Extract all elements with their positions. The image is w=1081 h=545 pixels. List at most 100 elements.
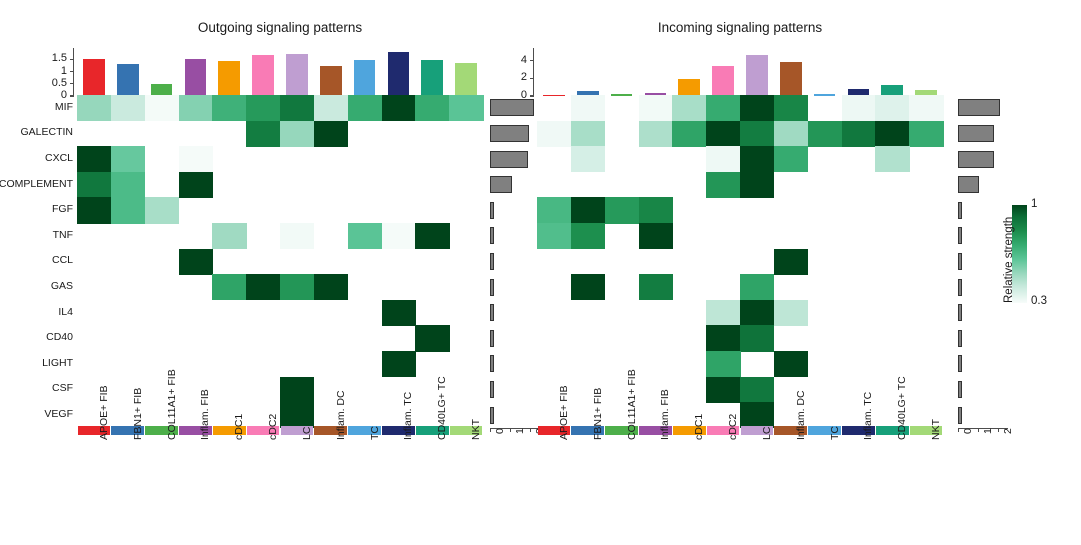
outgoing-col-label-inflam-fib: Inflam. FIB <box>199 389 212 440</box>
incoming-topbar-tick <box>529 95 534 97</box>
outgoing-topbar-tick-label: 0.5 <box>51 76 67 89</box>
incoming-rightbar-tick-label: 2 <box>1002 427 1014 434</box>
outgoing-cell <box>110 171 146 198</box>
incoming-cell <box>740 95 775 122</box>
outgoing-col-label-col11a1-fib: COL11A1+ FIB <box>165 369 178 440</box>
outgoing-cell <box>110 146 146 173</box>
outgoing-topbar-tick-label: 1.5 <box>51 52 67 65</box>
incoming-cell <box>841 95 876 122</box>
incoming-rightbar <box>958 329 962 347</box>
incoming-cell <box>638 120 673 147</box>
incoming-col-label-inflam-tc: Inflam. TC <box>862 391 875 440</box>
outgoing-cell <box>449 95 484 122</box>
incoming-cell <box>740 402 775 429</box>
incoming-topbar-tick-label: 4 <box>520 53 527 66</box>
outgoing-rightbar <box>490 150 529 168</box>
outgoing-col-label-tc: TC <box>368 426 381 440</box>
incoming-cell <box>807 120 843 147</box>
incoming-topbar-axis <box>533 48 535 96</box>
outgoing-topbar-cd40lg-tc <box>421 59 444 96</box>
incoming-rightbar <box>958 176 979 194</box>
legend-max-label: 1 <box>1031 198 1038 210</box>
incoming-rightbar <box>958 380 962 398</box>
incoming-cell <box>875 120 910 147</box>
outgoing-rightbar <box>490 304 494 322</box>
outgoing-rightbar <box>490 329 494 347</box>
incoming-cell <box>706 299 741 326</box>
incoming-cell <box>740 120 775 147</box>
incoming-cell <box>672 120 707 147</box>
outgoing-cell <box>381 351 416 378</box>
outgoing-col-label-cdc2: cDC2 <box>267 413 280 440</box>
row-label-gas: GAS <box>50 280 73 292</box>
incoming-col-label-tc: TC <box>828 426 841 440</box>
incoming-col-label-lc: LC <box>760 426 773 440</box>
incoming-topbar-cdc2 <box>712 66 734 96</box>
incoming-cell <box>875 95 910 122</box>
row-label-cd40: CD40 <box>46 331 73 344</box>
incoming-rightbar-tick <box>978 427 980 432</box>
outgoing-cell <box>280 376 315 403</box>
incoming-cell <box>570 223 606 250</box>
outgoing-cell <box>144 197 180 224</box>
incoming-cell <box>537 223 572 250</box>
outgoing-topbar-tick <box>69 70 74 73</box>
figure-root: Outgoing signaling patterns 0 0.5 1 1.5 MIF GA… <box>0 0 1081 545</box>
outgoing-col-label-lc: LC <box>300 426 313 440</box>
incoming-rightbar <box>958 355 962 373</box>
outgoing-cell <box>110 197 146 224</box>
incoming-topbar-tick <box>529 77 534 80</box>
incoming-col-label-cdc1: cDC1 <box>693 413 706 440</box>
incoming-cell <box>740 325 775 352</box>
outgoing-cell <box>77 171 112 198</box>
outgoing-cell <box>280 223 315 250</box>
outgoing-cell <box>77 146 112 173</box>
outgoing-cell <box>280 402 315 429</box>
outgoing-topbar-inflam-dc <box>319 66 342 96</box>
incoming-topbar-col11a1-fib <box>610 94 633 96</box>
incoming-rightbar <box>958 227 963 245</box>
incoming-cell <box>706 146 741 173</box>
outgoing-cell <box>415 223 450 250</box>
incoming-cell <box>638 197 673 224</box>
outgoing-rightbar-tick <box>510 427 512 432</box>
outgoing-cell <box>178 95 213 122</box>
outgoing-cell <box>381 95 416 122</box>
outgoing-topbar-nkt <box>455 63 477 96</box>
row-label-ccl: CCL <box>51 254 73 267</box>
incoming-rightbar-tick <box>998 427 1000 432</box>
outgoing-cell <box>280 120 315 147</box>
outgoing-col-label-inflam-tc: Inflam. TC <box>402 391 415 440</box>
incoming-cell <box>537 120 572 147</box>
incoming-cell <box>604 197 640 224</box>
incoming-cell <box>638 223 673 250</box>
outgoing-topbar-cdc2 <box>252 55 274 96</box>
incoming-rightbar <box>958 124 994 142</box>
incoming-rightbar <box>958 406 962 424</box>
incoming-rightbar <box>958 252 963 270</box>
incoming-topbar-lc <box>746 54 768 96</box>
outgoing-cell <box>178 171 213 198</box>
row-label-complement: COMPLEMENT <box>0 177 73 190</box>
incoming-cell <box>740 274 775 301</box>
incoming-cell <box>740 146 775 173</box>
outgoing-cell <box>381 223 416 250</box>
outgoing-rightbar <box>490 252 495 270</box>
outgoing-cell <box>212 223 247 250</box>
row-label-csf: CSF <box>52 382 73 395</box>
outgoing-rightbar <box>490 124 530 142</box>
incoming-cell <box>773 299 809 326</box>
incoming-cell <box>706 351 741 378</box>
incoming-cell <box>706 376 741 403</box>
outgoing-panel-title: Outgoing signaling patterns <box>197 20 363 35</box>
row-label-tnf: TNF <box>52 228 73 241</box>
incoming-col-label-apoe-fib: APOE+ FIB <box>557 385 570 440</box>
outgoing-cell <box>347 223 383 250</box>
outgoing-cell <box>381 299 416 326</box>
incoming-cell <box>740 171 775 198</box>
incoming-rightbar <box>958 150 994 168</box>
incoming-cell <box>909 95 944 122</box>
incoming-col-label-col11a1-fib: COL11A1+ FIB <box>625 369 638 440</box>
incoming-rightbar-tick <box>958 427 960 432</box>
outgoing-cell <box>313 274 349 301</box>
